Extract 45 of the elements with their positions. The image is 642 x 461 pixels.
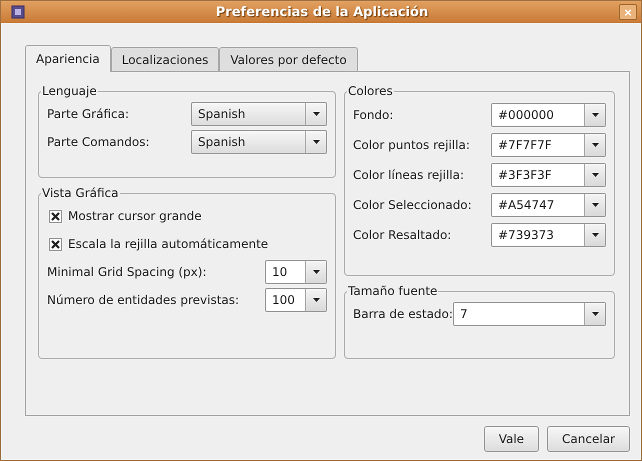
- field-label: Parte Comandos:: [47, 135, 150, 149]
- dropdown-arrow-icon: [592, 312, 598, 316]
- field-label: Color puntos rejilla:: [353, 138, 470, 152]
- field-label: Color Resaltado:: [353, 228, 452, 242]
- combo-box[interactable]: #000000: [491, 103, 606, 127]
- combo-box[interactable]: 100: [265, 288, 327, 312]
- field-label: Color líneas rejilla:: [353, 168, 464, 182]
- field-label: Color Seleccionado:: [353, 198, 472, 212]
- dropdown-arrow-icon: [312, 270, 320, 274]
- checkbox-label: Mostrar cursor grande: [68, 209, 202, 223]
- field-label: Número de entidades previstas:: [47, 293, 240, 307]
- dialog-button[interactable]: Vale: [484, 426, 540, 452]
- group-title: Tamaño fuente: [347, 284, 438, 298]
- combo-box[interactable]: Spanish: [191, 102, 327, 126]
- combo-box[interactable]: Spanish: [191, 130, 327, 154]
- dropdown-arrow-icon: [592, 113, 598, 117]
- dialog-button[interactable]: Cancelar: [547, 426, 630, 452]
- checkbox-label: Escala la rejilla automáticamente: [68, 237, 268, 251]
- field-label: Parte Gráfica:: [47, 107, 130, 121]
- group-title: Vista Gráfica: [41, 186, 120, 200]
- combo-box[interactable]: #3F3F3F: [491, 163, 606, 187]
- window-title: Preferencias de la Aplicación: [214, 4, 430, 20]
- combo-box[interactable]: 10: [265, 260, 327, 284]
- dropdown-arrow-icon: [592, 143, 598, 147]
- combo-box[interactable]: #739373: [491, 223, 606, 247]
- combo-box[interactable]: #A54747: [491, 193, 606, 217]
- dropdown-arrow-icon: [312, 112, 320, 116]
- group-title: Colores: [347, 84, 394, 98]
- dropdown-arrow-icon: [592, 203, 598, 207]
- checkbox[interactable]: [49, 210, 62, 222]
- dropdown-arrow-icon: [312, 140, 320, 144]
- app-icon: [11, 5, 25, 19]
- tab[interactable]: Apariencia: [25, 45, 111, 72]
- dropdown-arrow-icon: [592, 233, 598, 237]
- field-label: Minimal Grid Spacing (px):: [47, 265, 206, 279]
- tab[interactable]: Valores por defecto: [219, 47, 358, 71]
- dropdown-arrow-icon: [592, 173, 598, 177]
- dropdown-arrow-icon: [312, 298, 320, 302]
- field-label: Fondo:: [353, 108, 394, 122]
- field-label: Barra de estado:: [353, 307, 453, 321]
- checkbox[interactable]: [49, 238, 62, 250]
- combo-box[interactable]: 7: [453, 302, 606, 326]
- combo-box[interactable]: #7F7F7F: [491, 133, 606, 157]
- tab[interactable]: Localizaciones: [110, 47, 220, 71]
- group-title: Lenguaje: [41, 84, 98, 98]
